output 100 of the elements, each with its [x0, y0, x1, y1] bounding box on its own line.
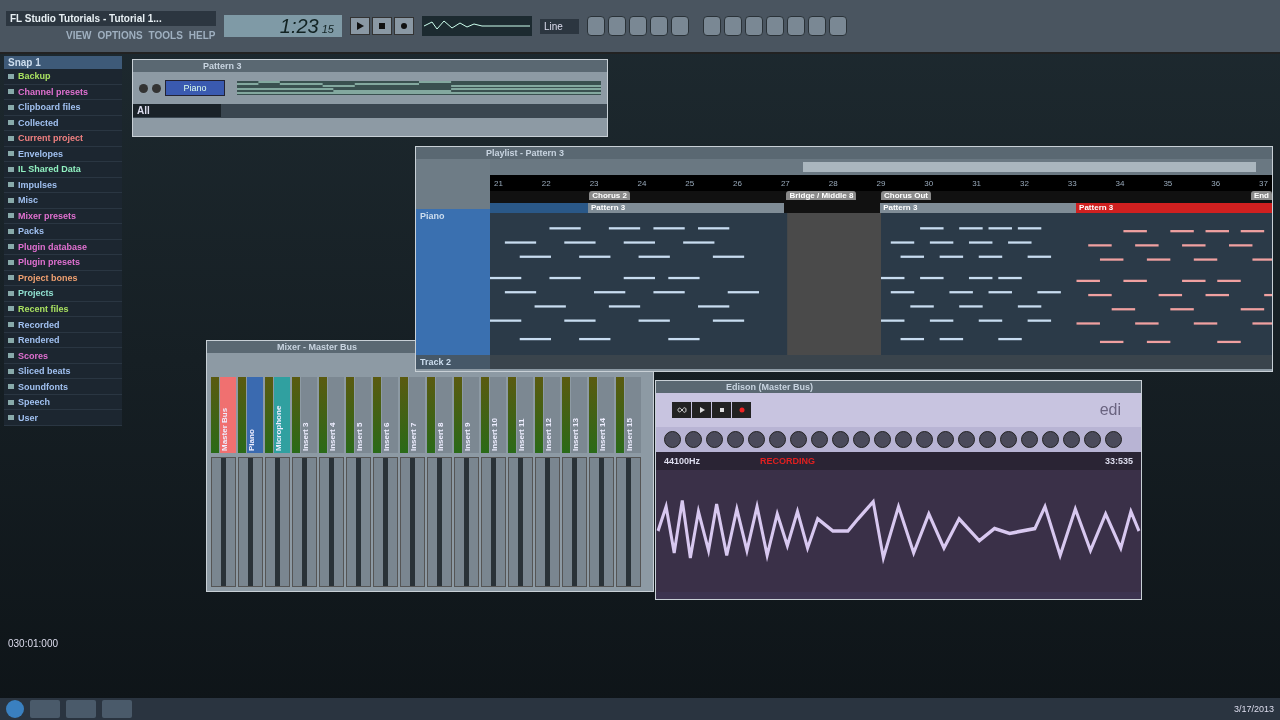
tool-icon[interactable] [895, 431, 912, 448]
section-marker[interactable]: Bridge / Middle 8 [786, 191, 857, 200]
play-button[interactable] [692, 402, 711, 418]
loop-button[interactable] [672, 402, 691, 418]
volume-fader[interactable] [265, 457, 290, 587]
track-name[interactable]: Insert 4 [328, 377, 344, 453]
volume-fader[interactable] [562, 457, 587, 587]
track-label[interactable]: Piano [416, 209, 490, 355]
toolbar-icon[interactable] [744, 16, 763, 36]
browser-item[interactable]: Clipboard files [4, 100, 122, 116]
browser-item[interactable]: Misc [4, 193, 122, 209]
section-marker[interactable]: Chorus Out [881, 191, 931, 200]
section-marker[interactable]: End [1250, 191, 1272, 200]
browser-item[interactable]: Project bones [4, 270, 122, 287]
track-name[interactable]: Insert 12 [544, 377, 560, 453]
browser-item[interactable]: Scores [4, 348, 122, 364]
browser-item[interactable]: Plugin database [4, 239, 122, 256]
tool-icon[interactable] [874, 431, 891, 448]
stop-button[interactable] [712, 402, 731, 418]
pattern-clip[interactable]: Pattern 3 [1076, 203, 1272, 213]
preset-field[interactable]: Line [540, 18, 579, 34]
track-name[interactable]: Insert 14 [598, 377, 614, 453]
browser-item[interactable]: Plugin presets [4, 255, 122, 271]
record-button[interactable] [394, 17, 414, 35]
track-label[interactable]: Track 2 [416, 355, 490, 369]
toolbar-icon[interactable] [828, 16, 847, 36]
browser-item[interactable]: Projects [4, 286, 122, 302]
browser-item[interactable]: Impulses [4, 177, 122, 194]
volume-fader[interactable] [211, 457, 236, 587]
volume-fader[interactable] [238, 457, 263, 587]
section-marker[interactable]: Chorus 2 [589, 191, 630, 200]
browser-item[interactable]: Channel presets [4, 84, 122, 101]
tool-icon[interactable] [1021, 431, 1038, 448]
play-button[interactable] [350, 17, 370, 35]
pattern-clip[interactable]: Pattern 3 [588, 203, 784, 213]
tool-icon[interactable] [1042, 431, 1059, 448]
track-name[interactable]: Insert 13 [571, 377, 587, 453]
browser-item[interactable]: User [4, 410, 122, 426]
stop-button[interactable] [372, 17, 392, 35]
track-name[interactable]: Insert 5 [355, 377, 371, 453]
tool-icon[interactable] [1084, 431, 1101, 448]
track-name[interactable]: Insert 7 [409, 377, 425, 453]
menu-item[interactable]: TOOLS [148, 30, 183, 41]
toolbar-icon[interactable] [765, 16, 784, 36]
tool-icon[interactable] [685, 431, 702, 448]
menu-item[interactable]: OPTIONS [97, 30, 143, 41]
browser-item[interactable]: Mixer presets [4, 208, 122, 225]
menu-item[interactable]: HELP [188, 30, 216, 41]
toolbar-icon[interactable] [649, 16, 668, 36]
filter-dropdown[interactable]: All [133, 104, 221, 117]
browser-item[interactable]: IL Shared Data [4, 162, 122, 178]
toolbar-icon[interactable] [807, 16, 826, 36]
tool-icon[interactable] [832, 431, 849, 448]
tool-icon[interactable] [958, 431, 975, 448]
toolbar-icon[interactable] [628, 16, 647, 36]
volume-fader[interactable] [481, 457, 506, 587]
tool-icon[interactable] [853, 431, 870, 448]
tool-icon[interactable] [1063, 431, 1080, 448]
track-name[interactable]: Piano [247, 377, 263, 453]
tool-icon[interactable] [664, 431, 681, 448]
tool-icon[interactable] [811, 431, 828, 448]
tool-icon[interactable] [1105, 431, 1122, 448]
browser-item[interactable]: Backup [4, 69, 122, 85]
track-name[interactable]: Insert 8 [436, 377, 452, 453]
track-name[interactable]: Insert 15 [625, 377, 641, 453]
browser-item[interactable]: Soundfonts [4, 379, 122, 395]
toolbar-icon[interactable] [786, 16, 805, 36]
toolbar-icon[interactable] [702, 16, 721, 36]
volume-fader[interactable] [508, 457, 533, 587]
track-lane[interactable] [490, 355, 1272, 369]
channel-button[interactable]: Piano [165, 80, 225, 96]
pattern-clip[interactable]: Pattern 3 [880, 203, 1077, 213]
volume-fader[interactable] [400, 457, 425, 587]
track-name[interactable]: Insert 3 [301, 377, 317, 453]
tool-icon[interactable] [979, 431, 996, 448]
volume-fader[interactable] [589, 457, 614, 587]
volume-fader[interactable] [616, 457, 641, 587]
track-name[interactable]: Insert 9 [463, 377, 479, 453]
toolbar-icon[interactable] [607, 16, 626, 36]
toolbar-icon[interactable] [586, 16, 605, 36]
browser-item[interactable]: Sliced beats [4, 363, 122, 380]
browser-item[interactable]: Recent files [4, 301, 122, 318]
menu-item[interactable]: VIEW [66, 30, 92, 41]
start-button[interactable] [6, 700, 24, 718]
track-name[interactable]: Insert 10 [490, 377, 506, 453]
volume-fader[interactable] [319, 457, 344, 587]
tool-icon[interactable] [790, 431, 807, 448]
browser-item[interactable]: Rendered [4, 332, 122, 349]
tool-icon[interactable] [937, 431, 954, 448]
timeline-ruler[interactable]: 21 22 23 24 25 26 27 28 29 30 31 32 33 34 35 36 37 [490, 175, 1272, 191]
track-name[interactable]: Insert 11 [517, 377, 533, 453]
volume-fader[interactable] [535, 457, 560, 587]
volume-fader[interactable] [346, 457, 371, 587]
record-button[interactable] [732, 402, 751, 418]
horizontal-scrollbar[interactable] [490, 159, 1272, 175]
volume-fader[interactable] [427, 457, 452, 587]
tool-icon[interactable] [769, 431, 786, 448]
tool-icon[interactable] [916, 431, 933, 448]
track-name[interactable]: Insert 6 [382, 377, 398, 453]
browser-item[interactable]: Speech [4, 394, 122, 411]
